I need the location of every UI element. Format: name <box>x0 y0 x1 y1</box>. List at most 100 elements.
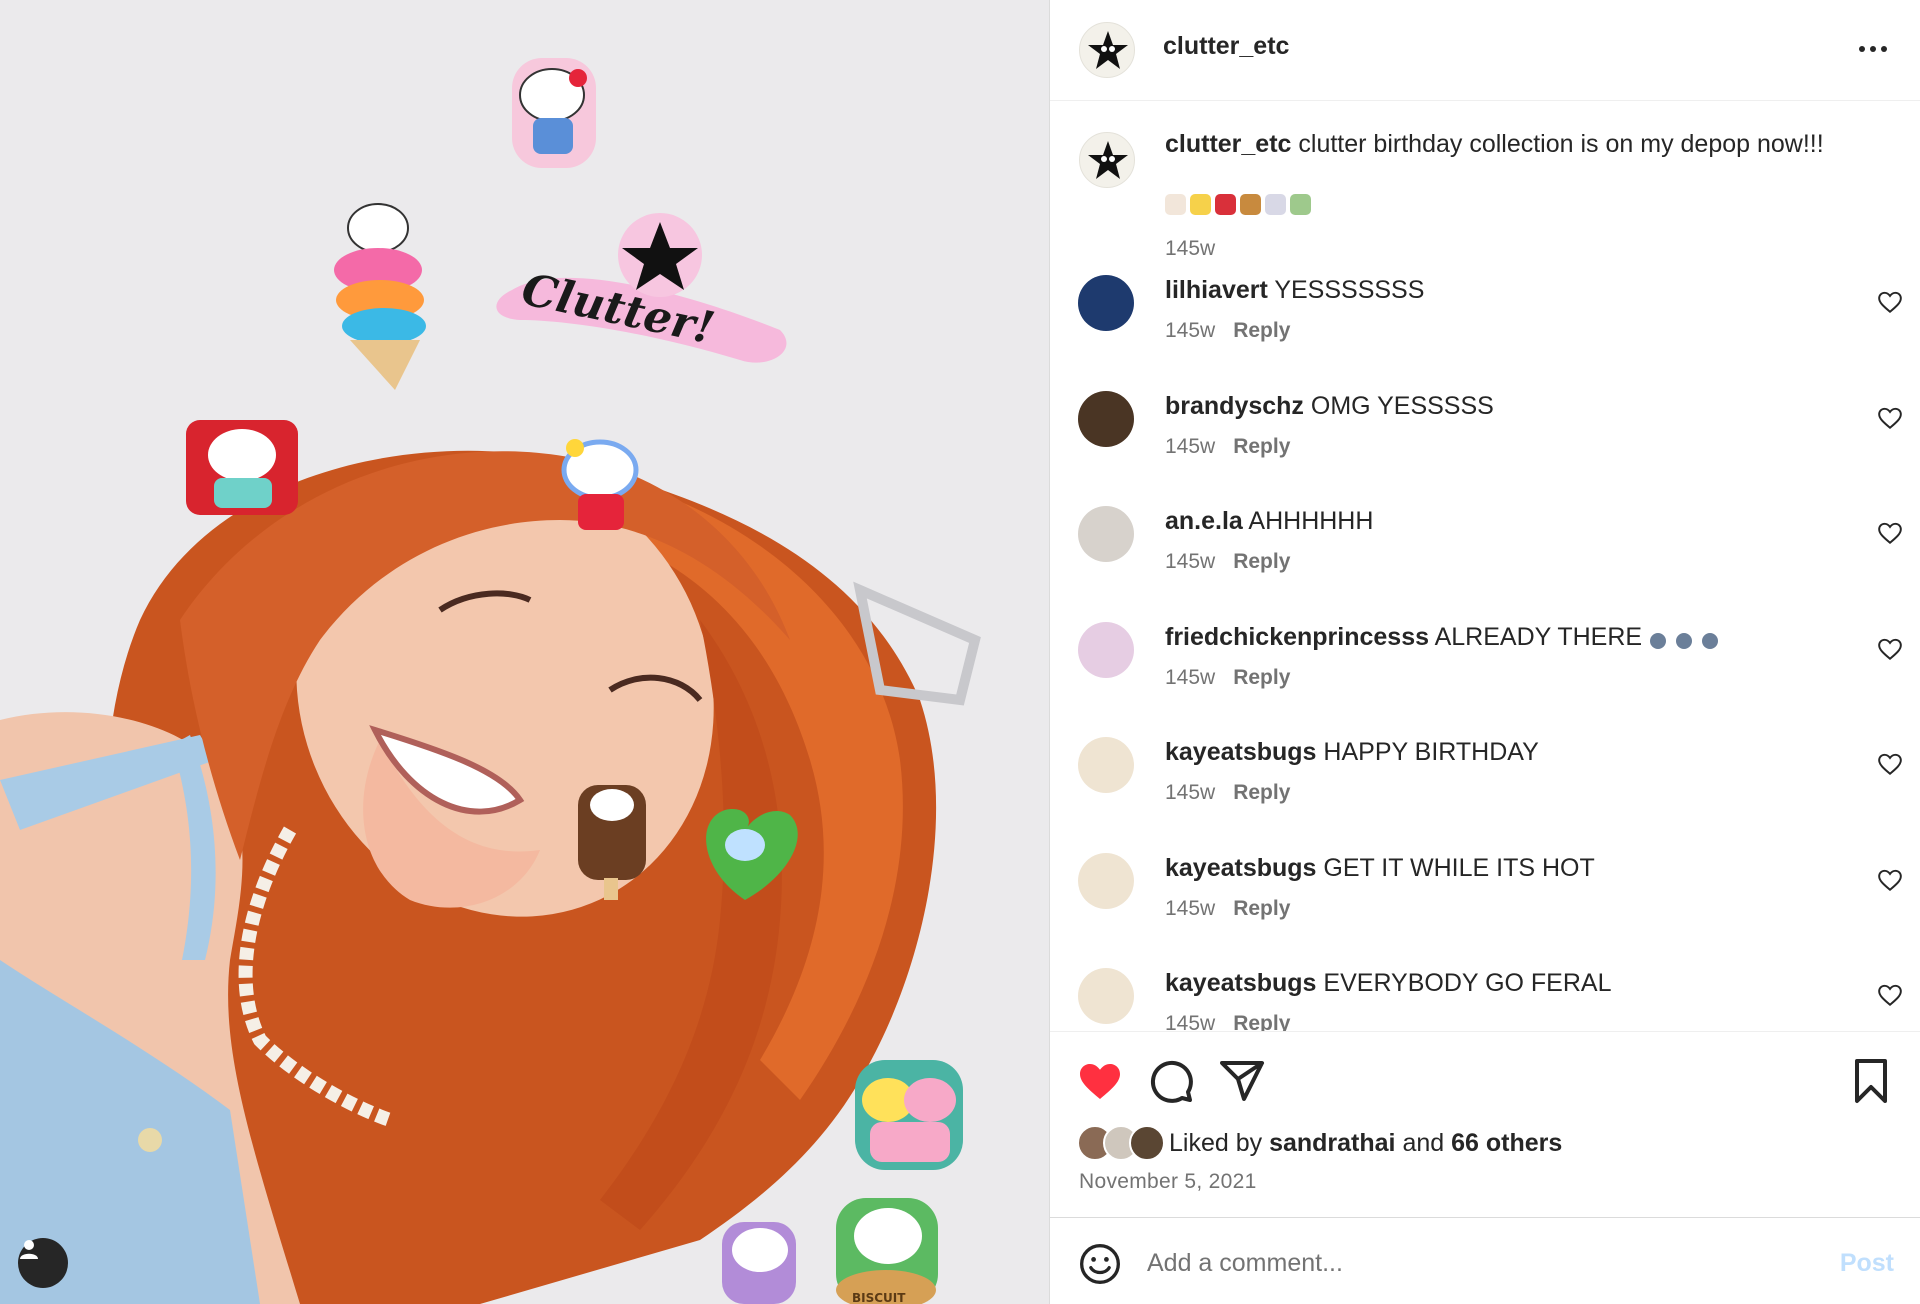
more-dot-icon <box>1881 46 1887 52</box>
author-avatar[interactable] <box>1079 22 1135 78</box>
commenter-avatar[interactable] <box>1078 275 1134 331</box>
liker-avatar[interactable] <box>1129 1125 1165 1161</box>
commenter-avatar[interactable] <box>1078 737 1134 793</box>
post-photo[interactable]: Clutter! BISCUIT <box>0 0 1049 1304</box>
reply-button[interactable]: Reply <box>1233 897 1290 920</box>
post-date[interactable]: November 5, 2021 <box>1079 1170 1257 1194</box>
heart-outline-icon[interactable] <box>1877 982 1903 1008</box>
comment-time: 145w <box>1165 435 1216 458</box>
more-dot-icon <box>1870 46 1876 52</box>
pie-icon <box>1240 193 1261 215</box>
reply-button[interactable]: Reply <box>1233 550 1290 573</box>
reply-button[interactable]: Reply <box>1233 319 1290 342</box>
more-options-button[interactable] <box>1853 34 1893 64</box>
post-actions: Liked by sandrathai and 66 others Novemb… <box>1050 1031 1920 1217</box>
post-header: clutter_etc <box>1050 0 1920 101</box>
commenter-avatar[interactable] <box>1078 391 1134 447</box>
likes-others[interactable]: 66 others <box>1451 1129 1562 1157</box>
caption-body: clutter birthday collection is on my dep… <box>1298 130 1824 158</box>
more-dot-icon <box>1859 46 1865 52</box>
comment-meta: 145w Reply <box>1165 550 1290 574</box>
heart-outline-icon[interactable] <box>1877 520 1903 546</box>
reply-button[interactable]: Reply <box>1233 435 1290 458</box>
commenter-avatar[interactable] <box>1078 853 1134 909</box>
comment-row: kayeatsbugs EVERYBODY GO FERAL 145w Reply <box>1050 968 1920 1031</box>
reply-button[interactable]: Reply <box>1233 781 1290 804</box>
comment-text: kayeatsbugs HAPPY BIRTHDAY <box>1165 737 1539 768</box>
sticker-bears <box>855 1060 963 1170</box>
heart-outline-icon[interactable] <box>1877 867 1903 893</box>
caption-text: clutter_etc clutter birthday collection … <box>1165 129 1885 160</box>
caption-avatar[interactable] <box>1079 132 1135 188</box>
commenter-username[interactable]: brandyschz <box>1165 392 1304 420</box>
caption-username[interactable]: clutter_etc <box>1165 130 1291 158</box>
heart-filled-icon[interactable] <box>1076 1057 1124 1105</box>
sticker-kitty-red <box>186 420 298 515</box>
comment-row: brandyschz OMG YESSSSS 145w Reply <box>1050 391 1920 503</box>
reply-button[interactable]: Reply <box>1233 666 1290 689</box>
magic-wand-icon <box>1265 193 1286 215</box>
comment-body: YESSSSSSS <box>1274 276 1425 304</box>
comment-input[interactable] <box>1147 1238 1787 1288</box>
comment-meta: 145w Reply <box>1165 781 1290 805</box>
comment-row: friedchickenprincesss ALREADY THERE 145w… <box>1050 622 1920 734</box>
likes-user[interactable]: sandrathai <box>1269 1129 1395 1157</box>
banana-icon <box>1190 193 1211 215</box>
person-icon <box>20 1240 38 1259</box>
sticker-biscuit-kitty: BISCUIT <box>836 1198 938 1304</box>
comment-meta: 145w Reply <box>1165 319 1290 343</box>
commenter-username[interactable]: kayeatsbugs <box>1165 854 1316 882</box>
svg-text:BISCUIT: BISCUIT <box>852 1291 906 1304</box>
commenter-username[interactable]: kayeatsbugs <box>1165 969 1316 997</box>
bookmark-icon[interactable] <box>1847 1057 1895 1105</box>
post-sidebar: clutter_etc clutter_etc clutter birthday… <box>1049 0 1920 1304</box>
comment-text: brandyschz OMG YESSSSS <box>1165 391 1494 422</box>
comment-body: HAPPY BIRTHDAY <box>1323 738 1539 766</box>
emoji-picker-icon[interactable] <box>1078 1242 1122 1286</box>
comment-body: EVERYBODY GO FERAL <box>1323 969 1612 997</box>
commenter-avatar[interactable] <box>1078 968 1134 1024</box>
comment-body: AHHHHHH <box>1248 507 1374 535</box>
likes-summary: Liked by sandrathai and 66 others <box>1077 1124 1562 1162</box>
speaking-head-icon <box>1648 628 1670 650</box>
add-comment-bar: Post <box>1050 1217 1920 1304</box>
comment-row: an.e.la AHHHHHH 145w Reply <box>1050 506 1920 618</box>
commenter-username[interactable]: kayeatsbugs <box>1165 738 1316 766</box>
comment-meta: 145w Reply <box>1165 1012 1290 1031</box>
sticker-kitty-top <box>512 58 596 168</box>
likes-conj: and <box>1402 1128 1445 1157</box>
comment-meta: 145w Reply <box>1165 897 1290 921</box>
star-face-icon <box>1088 31 1128 69</box>
comment-text: an.e.la AHHHHHH <box>1165 506 1373 537</box>
heart-outline-icon[interactable] <box>1877 405 1903 431</box>
commenter-avatar[interactable] <box>1078 622 1134 678</box>
share-send-icon[interactable] <box>1218 1057 1266 1105</box>
heart-outline-icon[interactable] <box>1877 636 1903 662</box>
speaking-head-emojis <box>1648 628 1722 650</box>
likes-text: Liked by sandrathai and 66 others <box>1169 1129 1562 1158</box>
speaking-head-icon <box>1700 628 1722 650</box>
post-photo-illustration: Clutter! BISCUIT <box>0 0 1049 1304</box>
commenter-username[interactable]: an.e.la <box>1165 507 1243 535</box>
comment-body: GET IT WHILE ITS HOT <box>1323 854 1595 882</box>
commenter-avatar[interactable] <box>1078 506 1134 562</box>
caption-emojis <box>1165 193 1311 215</box>
comment-time: 145w <box>1165 897 1216 920</box>
commenter-username[interactable]: friedchickenprincesss <box>1165 623 1429 651</box>
comment-text: lilhiavert YESSSSSSS <box>1165 275 1424 306</box>
comment-row: lilhiavert YESSSSSSS 145w Reply <box>1050 275 1920 387</box>
comment-icon[interactable] <box>1147 1057 1195 1105</box>
post-comment-button[interactable]: Post <box>1840 1249 1894 1278</box>
caption-timestamp: 145w <box>1165 237 1216 260</box>
tagged-users-button[interactable] <box>18 1238 68 1288</box>
author-username[interactable]: clutter_etc <box>1163 32 1289 61</box>
comment-time: 145w <box>1165 550 1216 573</box>
comments-list[interactable]: clutter_etc clutter birthday collection … <box>1050 101 1920 1031</box>
heart-outline-icon[interactable] <box>1877 289 1903 315</box>
heart-outline-icon[interactable] <box>1877 751 1903 777</box>
comment-body: ALREADY THERE <box>1434 623 1643 651</box>
comment-row: kayeatsbugs HAPPY BIRTHDAY 145w Reply <box>1050 737 1920 849</box>
cherries-icon <box>1215 193 1236 215</box>
reply-button[interactable]: Reply <box>1233 1012 1290 1031</box>
commenter-username[interactable]: lilhiavert <box>1165 276 1268 304</box>
